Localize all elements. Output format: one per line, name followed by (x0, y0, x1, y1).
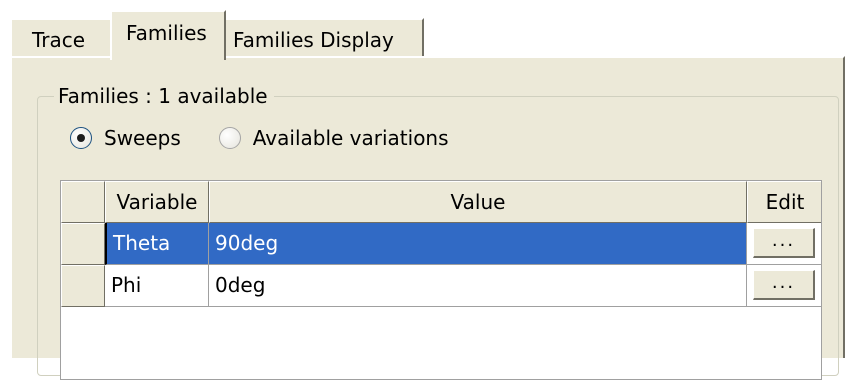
table-row[interactable]: Theta 90deg ... (61, 223, 821, 265)
edit-cell: ... (747, 265, 821, 307)
sweeps-radio[interactable] (70, 127, 92, 149)
tab-families-label: Families (126, 21, 207, 45)
grid-header-row: Variable Value Edit (61, 181, 821, 223)
column-header-value[interactable]: Value (209, 181, 747, 223)
tab-families[interactable]: Families (110, 10, 226, 60)
groupbox-title: Families : 1 available (54, 82, 274, 110)
available-variations-radio[interactable] (218, 127, 241, 149)
variable-cell[interactable]: Phi (105, 265, 209, 307)
edit-button[interactable]: ... (753, 228, 815, 258)
row-selector[interactable] (61, 223, 105, 265)
families-groupbox: Families : 1 available Sweeps Available … (37, 82, 839, 380)
tab-panel: Families : 1 available Sweeps Available … (10, 56, 845, 380)
radio-selected-dot (77, 134, 85, 142)
available-variations-option: Available variations (218, 126, 449, 150)
tab-bar: Trace Families Families Display (10, 10, 845, 60)
variable-cell[interactable]: Theta (105, 223, 209, 265)
value-cell[interactable]: 90deg (209, 223, 747, 265)
value-cell[interactable]: 0deg (209, 265, 747, 307)
row-selector[interactable] (61, 265, 105, 307)
select-all-corner[interactable] (61, 181, 105, 223)
tab-trace[interactable]: Trace (10, 18, 113, 58)
edit-cell: ... (747, 223, 821, 265)
column-header-edit[interactable]: Edit (747, 181, 821, 223)
mode-radio-group: Sweeps Available variations (70, 123, 449, 153)
families-grid: Variable Value Edit Theta 90deg ... Phi … (60, 180, 822, 380)
tab-families-display[interactable]: Families Display (224, 18, 424, 58)
edit-button[interactable]: ... (753, 270, 815, 300)
tab-trace-label: Trace (32, 28, 86, 52)
table-row[interactable]: Phi 0deg ... (61, 265, 821, 307)
tab-families-display-label: Families Display (233, 28, 394, 52)
column-header-variable[interactable]: Variable (105, 181, 209, 223)
dialog-window: Trace Families Families Display Families… (0, 0, 857, 380)
sweeps-radio-label[interactable]: Sweeps (104, 126, 181, 150)
available-variations-radio-label[interactable]: Available variations (253, 126, 449, 150)
